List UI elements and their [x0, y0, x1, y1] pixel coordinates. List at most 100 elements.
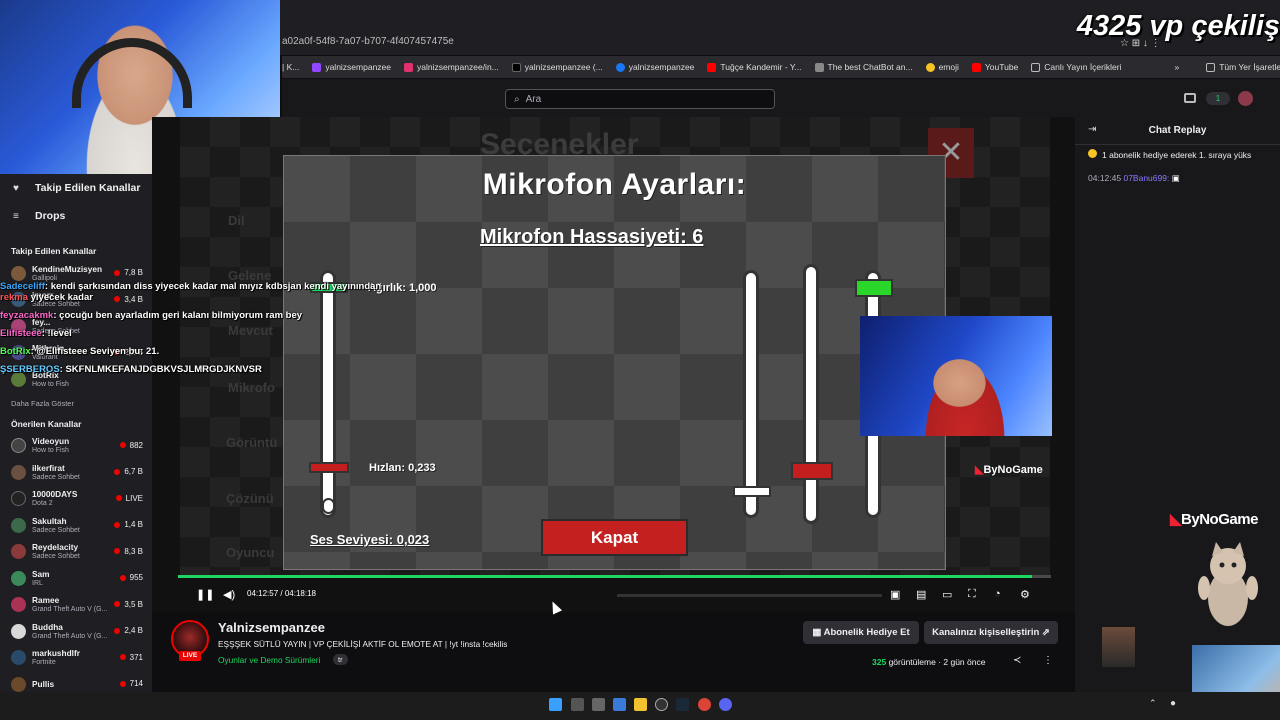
tray-chevron-icon[interactable]: ⌃ [1149, 698, 1157, 709]
avatar [11, 517, 26, 533]
sidebar-followed-link[interactable]: ♥ Takip Edilen Kanallar [0, 174, 152, 202]
followed-channels-header: Takip Edilen Kanallar [11, 246, 97, 256]
bookmark-tiktok[interactable]: yalnizsempanzee (... [511, 62, 603, 72]
right-slider-2-handle[interactable] [791, 462, 833, 480]
windows-start-icon[interactable] [549, 698, 562, 711]
user-avatar[interactable] [1238, 91, 1253, 106]
browser-toolbar-icons[interactable]: ☆ ⊞ ↓ ⋮ [1120, 38, 1161, 49]
live-badge: LIVE [179, 651, 201, 661]
all-bookmarks-folder[interactable]: Tüm Yer İşaretleri [1206, 62, 1280, 72]
small-webcam-thumb [1102, 627, 1135, 667]
right-slider-3-handle[interactable] [855, 279, 893, 297]
channel-item[interactable]: markushdlfr Fortnite 371 [0, 645, 152, 672]
gift-sub-button[interactable]: ▦ Abonelik Hediye Et [803, 621, 919, 644]
channel-item[interactable]: ilkerfirat Sadece Sohbet 6,7 B [0, 459, 152, 486]
avatar [11, 544, 26, 560]
overlay-chat-line: ŞSERBEROS: SKFNLMKEFANJDGBKVSJLMRGDJKNVS… [0, 364, 262, 375]
video-category-link[interactable]: Oyunlar ve Demo Sürümleri [218, 655, 320, 665]
volume-slider[interactable] [617, 594, 882, 597]
bookmark-folder-live[interactable]: Canlı Yayın İçerikleri [1031, 62, 1121, 72]
more-options-icon[interactable]: ⋮ [1043, 655, 1053, 666]
time-readout: 04:12:57 / 04:18:18 [247, 589, 316, 598]
channel-item[interactable]: Sakultah Sadece Sohbet 1,4 B [0, 512, 152, 539]
widgets-icon[interactable] [613, 698, 626, 711]
bookmarks-overflow-icon[interactable]: » [1174, 62, 1179, 72]
overlay-chat-line: Elifisteee: !level [0, 328, 72, 339]
left-sidebar: ♥ Takip Edilen Kanallar ≡ Drops Takip Edil… [0, 174, 152, 720]
giveaway-overlay-text: 4325 vp çekiliş [1076, 10, 1280, 42]
search-input[interactable]: ⌕ Ara [505, 89, 775, 109]
sidebar-drops-link[interactable]: ≡ Drops [0, 202, 152, 230]
layout-icon[interactable] [1184, 93, 1196, 103]
pinned-message: 1 abonelik hediye ederek 1. sıraya yüks [1088, 149, 1280, 160]
task-view-icon[interactable] [592, 698, 605, 711]
obs-icon[interactable] [655, 698, 668, 711]
speed-slider-handle[interactable] [309, 462, 349, 473]
bynogame-logo: ◣ByNoGame [975, 464, 1043, 476]
theatre-mode-icon[interactable]: ▭ [942, 588, 952, 601]
dancing-cat-image [1198, 542, 1258, 626]
instagram-icon [404, 62, 414, 72]
show-more-link[interactable]: Daha Fazla Göster [0, 393, 152, 415]
bookmark-instagram[interactable]: yalnizsempanzee/in... [404, 62, 499, 72]
gift-icon: ▦ [812, 627, 824, 638]
mic-sensitivity-label: Mikrofon Hassasiyeti: 6 [480, 226, 704, 248]
chat-message: 04:12:45 07Banu699: ▣ [1088, 173, 1180, 183]
bookmark-youtube[interactable]: YouTube [971, 62, 1018, 72]
volume-icon[interactable]: ◀) [223, 588, 235, 601]
notifications-badge[interactable]: 1 [1206, 92, 1230, 105]
stream-chat-overlay: Sadeceliff: kendi şarkısından diss yiyec… [0, 278, 440, 388]
speed-label: Hızlan: 0,233 [369, 462, 436, 474]
clip-icon[interactable]: ▣ [890, 588, 900, 601]
channel-item[interactable]: 10000DAYS Dota 2 LIVE [0, 486, 152, 513]
microphone-icon[interactable]: ● [1170, 698, 1176, 709]
customize-channel-button[interactable]: Kanalınızı kişiselleştirin ⇗ [924, 621, 1058, 644]
bookmark-twitch[interactable]: yalnizsempanzee [312, 62, 391, 72]
bookmark-item[interactable]: | K... [282, 62, 299, 72]
steam-icon[interactable] [676, 698, 689, 711]
channel-item[interactable]: Ramee Grand Theft Auto V (G... 3,5 B [0, 592, 152, 619]
share-icon[interactable]: ≺ [1013, 655, 1021, 666]
channel-name[interactable]: Yalnizsempanzee [218, 620, 325, 635]
file-explorer-icon[interactable] [634, 698, 647, 711]
chrome-icon[interactable] [698, 698, 711, 711]
channel-item[interactable]: Reydelacity Sadece Sohbet 8,3 B [0, 539, 152, 566]
chat-title: Chat Replay [1148, 125, 1207, 136]
bookmark-emoji[interactable]: emoji [925, 62, 959, 72]
bookmark-facebook[interactable]: yalnizsempanzee [615, 62, 694, 72]
fullscreen-icon[interactable]: ⛶ [968, 588, 976, 601]
address-bar[interactable]: a02a0f-54f8-7a07-b707-4f407457475e [282, 30, 1082, 54]
avatar [11, 650, 26, 666]
channel-item[interactable]: Buddha Grand Theft Auto V (G... 2,4 B [0, 618, 152, 645]
avatar [11, 570, 26, 586]
bookmarks-bar: | K... yalnizsempanzee yalnizsempanzee/i… [282, 56, 1280, 78]
bookmark-chatbot[interactable]: The best ChatBot an... [814, 62, 913, 72]
settings-gear-icon[interactable]: ⚙ [1020, 588, 1030, 601]
speed-icon[interactable]: ◔ [994, 588, 1001, 600]
drops-icon: ≡ [13, 210, 19, 222]
view-stats: 325 görüntüleme · 2 gün önce [872, 657, 986, 667]
avatar [11, 623, 26, 639]
search-taskbar-icon[interactable] [571, 698, 584, 711]
close-button[interactable]: Kapat [541, 519, 688, 556]
flame-icon: ◣ [1170, 511, 1182, 528]
avatar [11, 438, 26, 454]
avatar [11, 676, 26, 692]
language-tag[interactable]: tr [333, 654, 348, 665]
bynogame-overlay-logo: ◣ByNoGame [1170, 511, 1258, 528]
external-link-icon: ⇗ [1039, 627, 1050, 638]
channel-item[interactable]: Sam IRL 955 [0, 565, 152, 592]
bookmark-youtube-channel[interactable]: Tuğçe Kandemir - Y... [707, 62, 802, 72]
right-slider-1-handle[interactable] [733, 486, 771, 497]
discord-icon[interactable] [719, 698, 732, 711]
dialog-title: Mikrofon Ayarları: [482, 168, 747, 201]
right-slider-2[interactable] [803, 264, 819, 524]
folder-icon [1206, 62, 1216, 72]
clapper-icon[interactable]: ▤ [916, 588, 926, 601]
pause-button[interactable]: ❚❚ [196, 588, 214, 601]
recommended-channels-header: Önerilen Kanallar [11, 418, 82, 429]
folder-icon [1031, 62, 1041, 72]
channel-item[interactable]: Videoyun How to Fish 882 [0, 433, 152, 460]
right-slider-1[interactable] [743, 270, 759, 518]
slider-end-handle[interactable] [322, 498, 335, 514]
